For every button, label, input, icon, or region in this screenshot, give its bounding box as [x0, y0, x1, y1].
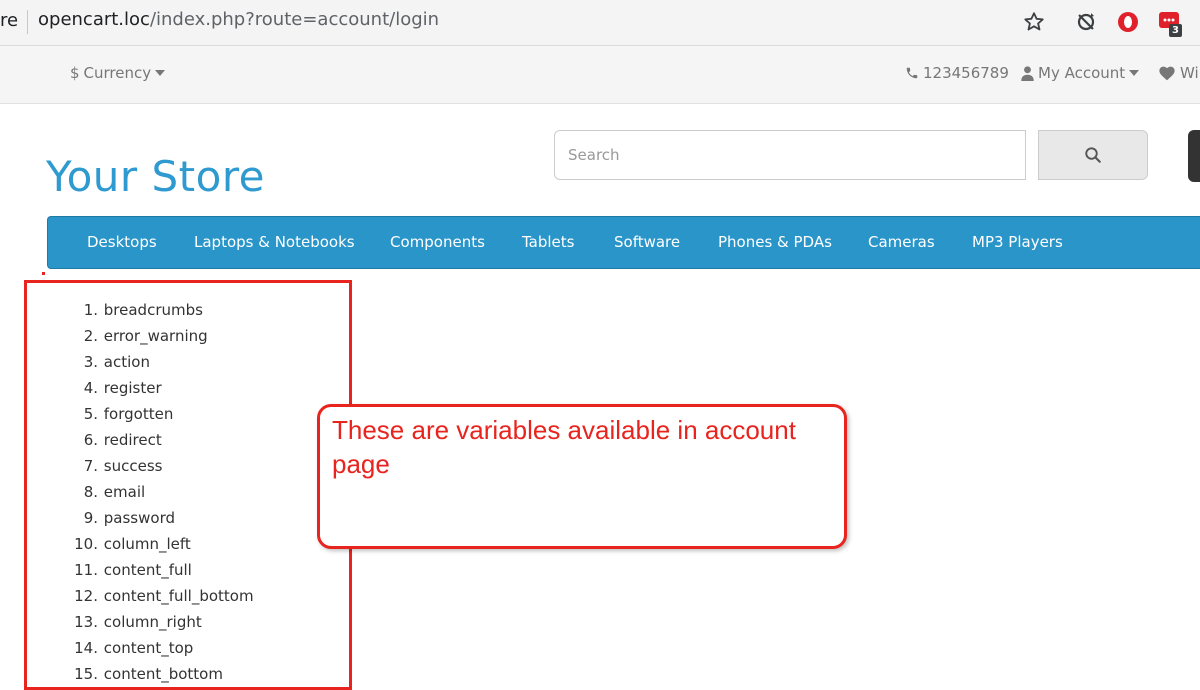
- menu-item-mp3-players[interactable]: MP3 Players: [972, 233, 1063, 251]
- list-item: 11. content_full: [74, 561, 192, 579]
- currency-dropdown[interactable]: $ Currency: [70, 64, 166, 82]
- list-item: 4. register: [83, 379, 162, 397]
- list-item: 14. content_top: [74, 639, 194, 657]
- user-icon: [1021, 65, 1034, 81]
- search-button[interactable]: [1038, 130, 1148, 180]
- menu-item-desktops[interactable]: Desktops: [87, 233, 157, 251]
- phone-link[interactable]: 123456789: [905, 64, 1009, 82]
- top-bar: $ Currency 123456789 My Account Wi: [0, 46, 1200, 104]
- store-logo[interactable]: Your Store: [46, 152, 265, 201]
- menu-item-software[interactable]: Software: [614, 233, 680, 251]
- variable-list: 1. breadcrumbs 2. error_warning 3. actio…: [60, 297, 254, 687]
- my-account-dropdown[interactable]: My Account: [1021, 64, 1140, 82]
- list-item: 7. success: [83, 457, 163, 475]
- search-icon: [1085, 147, 1101, 163]
- currency-label: Currency: [83, 64, 152, 82]
- url-separator: [27, 10, 28, 34]
- phone-number: 123456789: [923, 64, 1009, 82]
- list-item: 5. forgotten: [83, 405, 174, 423]
- tab-title-fragment[interactable]: re: [0, 10, 18, 31]
- list-item: 2. error_warning: [83, 327, 208, 345]
- annotation-callout: These are variables available in account…: [317, 404, 847, 549]
- sync-extension-icon[interactable]: [1074, 10, 1098, 34]
- address-bar[interactable]: opencart.loc/index.php?route=account/log…: [38, 9, 439, 30]
- list-item: 12. content_full_bottom: [74, 587, 254, 605]
- cart-button[interactable]: [1188, 130, 1200, 182]
- extension-count-badge: 3: [1169, 24, 1182, 37]
- menu-item-components[interactable]: Components: [390, 233, 485, 251]
- caret-down-icon: [155, 70, 166, 76]
- menu-item-laptops[interactable]: Laptops & Notebooks: [194, 233, 355, 251]
- url-path: /index.php?route=account/login: [149, 9, 440, 30]
- list-item: 1. breadcrumbs: [83, 301, 203, 319]
- bookmark-star-icon[interactable]: [1022, 10, 1046, 34]
- search-input[interactable]: [554, 130, 1026, 180]
- wishlist-label: Wi: [1180, 64, 1199, 82]
- list-item: 9. password: [83, 509, 175, 527]
- menu-item-tablets[interactable]: Tablets: [522, 233, 575, 251]
- list-item: 3. action: [83, 353, 150, 371]
- phone-icon: [906, 67, 918, 79]
- list-item: 6. redirect: [83, 431, 162, 449]
- list-item: 13. column_right: [74, 613, 202, 631]
- list-item: 15. content_bottom: [74, 665, 223, 683]
- url-host: opencart.loc: [38, 9, 150, 30]
- wishlist-link[interactable]: Wi: [1158, 64, 1199, 82]
- currency-symbol: $: [70, 64, 80, 82]
- menu-item-cameras[interactable]: Cameras: [868, 233, 935, 251]
- my-account-label: My Account: [1038, 64, 1126, 82]
- opera-extension-icon[interactable]: [1116, 10, 1140, 34]
- list-item: 10. column_left: [74, 535, 191, 553]
- browser-toolbar: re opencart.loc/index.php?route=account/…: [0, 0, 1200, 46]
- annotation-dot: [42, 272, 45, 275]
- menu-item-phones[interactable]: Phones & PDAs: [718, 233, 832, 251]
- caret-down-icon: [1129, 70, 1140, 76]
- heart-icon: [1159, 66, 1175, 81]
- category-menu: Desktops Laptops & Notebooks Components …: [47, 216, 1200, 269]
- list-item: 8. email: [83, 483, 146, 501]
